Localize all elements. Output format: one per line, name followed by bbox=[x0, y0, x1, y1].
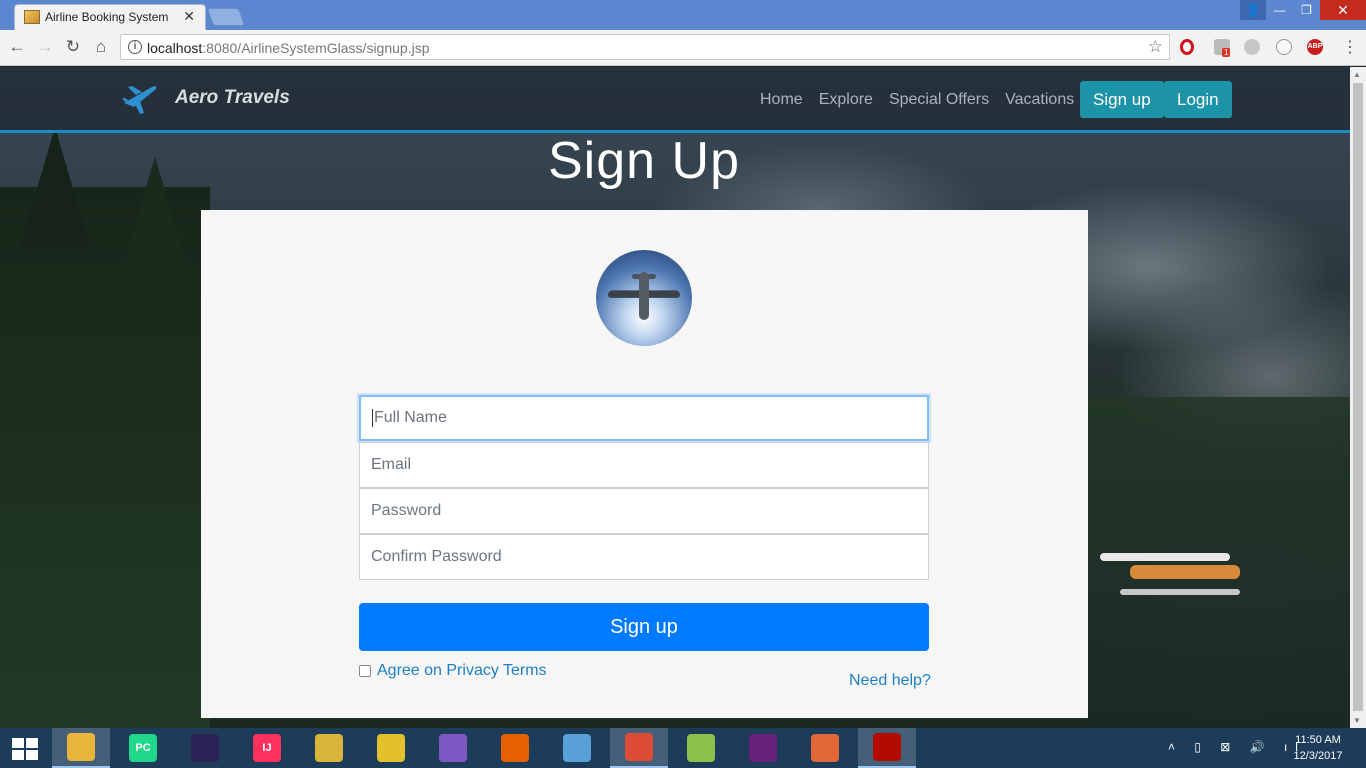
nav-login-button[interactable]: Login bbox=[1164, 81, 1232, 118]
intellij-icon: IJ bbox=[253, 734, 281, 762]
tor-icon bbox=[439, 734, 467, 762]
nav-special-offers-link[interactable]: Special Offers bbox=[889, 91, 989, 109]
bookmark-star-icon[interactable]: ☆ bbox=[1148, 37, 1163, 57]
page-scrollbar[interactable]: ▲ ▼ bbox=[1350, 67, 1366, 728]
address-bar[interactable]: i localhost:8080/AirlineSystemGlass/sign… bbox=[120, 34, 1170, 60]
visual-studio-icon bbox=[749, 734, 777, 762]
browser-tab[interactable]: Airline Booking System ✕ bbox=[14, 4, 206, 30]
brand-name[interactable]: Aero Travels bbox=[175, 87, 290, 109]
nav-signup-button[interactable]: Sign up bbox=[1080, 81, 1164, 118]
url-text: localhost:8080/AirlineSystemGlass/signup… bbox=[147, 40, 430, 56]
extension-badge: 1 bbox=[1222, 48, 1231, 57]
password-input[interactable]: Password bbox=[359, 488, 929, 534]
firefox-icon bbox=[501, 734, 529, 762]
taskbar-app-matlab[interactable] bbox=[796, 728, 854, 768]
browser-tab-bar: Airline Booking System ✕ 👤 — ❐ ✕ bbox=[0, 0, 1366, 30]
cloud-extension-icon[interactable] bbox=[1244, 39, 1260, 55]
pycharm-icon: PC bbox=[129, 734, 157, 762]
taskbar-app-tor[interactable] bbox=[424, 728, 482, 768]
privacy-terms-checkbox[interactable] bbox=[359, 665, 371, 677]
background-forest bbox=[0, 127, 210, 728]
nav-explore-link[interactable]: Explore bbox=[819, 91, 873, 109]
acrobat-icon bbox=[873, 733, 901, 761]
windows-start-icon[interactable] bbox=[12, 738, 38, 760]
eclipse-icon bbox=[191, 734, 219, 762]
matlab-icon bbox=[811, 734, 839, 762]
taskbar-app-visual-studio[interactable] bbox=[734, 728, 792, 768]
minimize-button[interactable]: — bbox=[1266, 0, 1293, 20]
taskbar-app-tools[interactable] bbox=[300, 728, 358, 768]
taskbar-clock[interactable]: 11:50 AM 12/3/2017 bbox=[1292, 732, 1344, 764]
taskbar-app-chrome[interactable] bbox=[610, 728, 668, 768]
taskbar-app-acrobat[interactable] bbox=[858, 728, 916, 768]
email-input[interactable]: Email bbox=[359, 442, 929, 488]
nav-links: Home Explore Special Offers Vacations bbox=[760, 91, 1090, 109]
close-tab-icon[interactable]: ✕ bbox=[183, 8, 195, 25]
taskbar-app-file-explorer[interactable] bbox=[52, 728, 110, 768]
notepad-plus-icon bbox=[687, 734, 715, 762]
nav-vacations-link[interactable]: Vacations bbox=[1005, 91, 1074, 109]
new-tab-button[interactable] bbox=[206, 8, 246, 26]
tools-icon bbox=[315, 734, 343, 762]
forward-icon[interactable]: → bbox=[34, 37, 56, 57]
scrollbar-thumb[interactable] bbox=[1353, 83, 1363, 711]
adblock-plus-icon[interactable]: ABP bbox=[1307, 39, 1323, 55]
nav-home-link[interactable]: Home bbox=[760, 91, 803, 109]
taskbar-app-pycharm[interactable]: PC bbox=[114, 728, 172, 768]
favicon-icon bbox=[24, 10, 40, 24]
clock-time: 11:50 AM bbox=[1295, 734, 1341, 746]
airplane-logo-icon[interactable] bbox=[122, 81, 158, 115]
chrome-icon bbox=[625, 733, 653, 761]
user-profile-icon[interactable]: 👤 bbox=[1240, 0, 1266, 20]
confirm-password-input[interactable]: Confirm Password bbox=[359, 534, 929, 580]
browser-menu-icon[interactable]: ⋮ bbox=[1342, 37, 1358, 57]
taskbar-app-intellij[interactable]: IJ bbox=[238, 728, 296, 768]
file-explorer-icon bbox=[67, 733, 95, 761]
circle-extension-icon[interactable] bbox=[1276, 39, 1292, 55]
browser-toolbar: ← → ↻ ⌂ i localhost:8080/AirlineSystemGl… bbox=[0, 30, 1366, 66]
full-name-input[interactable]: Full Name bbox=[359, 395, 929, 441]
need-help-link[interactable]: Need help? bbox=[849, 672, 931, 690]
home-icon[interactable]: ⌂ bbox=[90, 37, 112, 57]
taskbar-app-firefox[interactable] bbox=[486, 728, 544, 768]
system-tray-icons[interactable]: ˄ ▯ ⊠ 🔊 ıl bbox=[1168, 740, 1306, 754]
page-viewport: Aero Travels Home Explore Special Offers… bbox=[0, 67, 1350, 728]
puzzle-icon bbox=[377, 734, 405, 762]
window-controls: 👤 — ❐ ✕ bbox=[1240, 0, 1366, 20]
taskbar-app-virtualbox[interactable] bbox=[548, 728, 606, 768]
scroll-down-arrow-icon[interactable]: ▼ bbox=[1353, 716, 1361, 725]
clock-date: 12/3/2017 bbox=[1293, 750, 1343, 762]
airplane-avatar-image bbox=[596, 250, 692, 346]
signup-submit-button[interactable]: Sign up bbox=[359, 603, 929, 651]
privacy-terms-agreement: Agree on Privacy Terms bbox=[359, 662, 547, 680]
page-title: Sign Up bbox=[548, 132, 740, 190]
signup-card: Full Name Email Password Confirm Passwor… bbox=[201, 210, 1088, 718]
back-icon[interactable]: ← bbox=[6, 37, 28, 57]
background-seaplane bbox=[1090, 547, 1240, 607]
restore-button[interactable]: ❐ bbox=[1293, 0, 1320, 20]
taskbar-app-eclipse[interactable] bbox=[176, 728, 234, 768]
virtualbox-icon bbox=[563, 734, 591, 762]
taskbar-app-puzzle[interactable] bbox=[362, 728, 420, 768]
privacy-terms-link[interactable]: Agree on Privacy Terms bbox=[377, 662, 547, 680]
info-icon[interactable]: i bbox=[128, 40, 142, 54]
taskbar-app-notepad-plus[interactable] bbox=[672, 728, 730, 768]
close-window-button[interactable]: ✕ bbox=[1320, 0, 1366, 20]
windows-taskbar: PC IJ ˄ ▯ ⊠ 🔊 ıl 11:50 AM 12/3/2017 bbox=[0, 728, 1366, 768]
opera-extension-icon[interactable] bbox=[1180, 39, 1194, 55]
site-navbar: Aero Travels Home Explore Special Offers… bbox=[0, 67, 1350, 133]
tab-title: Airline Booking System bbox=[45, 10, 169, 24]
reload-icon[interactable]: ↻ bbox=[62, 37, 84, 57]
scroll-up-arrow-icon[interactable]: ▲ bbox=[1353, 70, 1361, 79]
